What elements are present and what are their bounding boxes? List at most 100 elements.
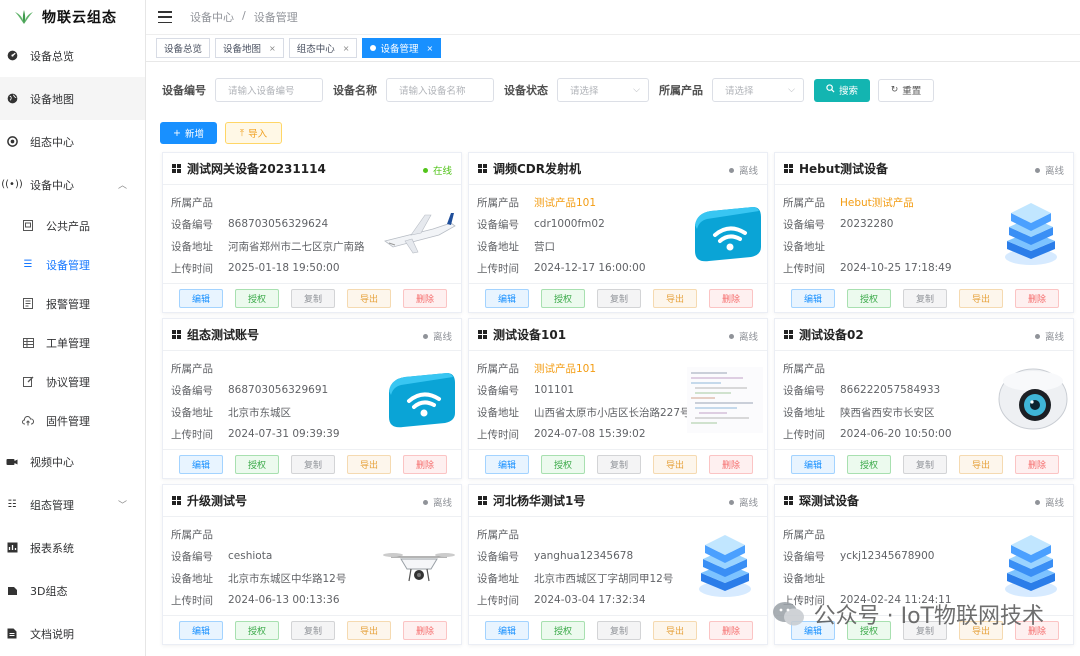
- globe-icon: [6, 93, 18, 105]
- sidebar-item-report-system[interactable]: 报表系统: [0, 526, 145, 569]
- delete-button[interactable]: 删除: [403, 288, 447, 308]
- sidebar-subitem-device-management[interactable]: ☰ 设备管理: [0, 245, 145, 284]
- edit-button[interactable]: 编辑: [485, 454, 529, 474]
- delete-button[interactable]: 删除: [1015, 454, 1059, 474]
- main-content: 设备编号 请输入设备编号 设备名称 请输入设备名称 设备状态 请选择 ⌵ 所属产…: [146, 62, 1080, 656]
- tab-map[interactable]: 设备地图 ×: [215, 38, 284, 58]
- device-card[interactable]: 调频CDR发射机 离线 所属产品 测试产品101 设备编号 cdr1000fm02 设备地址…: [468, 152, 768, 313]
- close-icon[interactable]: ×: [426, 44, 433, 53]
- sidebar-subitem-firmware-management[interactable]: 固件管理: [0, 401, 145, 440]
- export-button[interactable]: 导出: [347, 288, 391, 308]
- device-card-header: 升级测试号 离线: [163, 485, 461, 517]
- delete-button[interactable]: 删除: [709, 620, 753, 640]
- sidebar-item-documentation[interactable]: 文档说明: [0, 612, 145, 655]
- device-card[interactable]: 测试设备02 离线 所属产品 设备编号 866222057584933 设备地址 陕西省西安…: [774, 318, 1074, 479]
- edit-button[interactable]: 编辑: [485, 620, 529, 640]
- breadcrumb-parent[interactable]: 设备中心: [190, 9, 234, 25]
- sidebar-item-overview[interactable]: 设备总览: [0, 34, 145, 77]
- export-button[interactable]: 导出: [653, 288, 697, 308]
- copy-button[interactable]: 复制: [597, 620, 641, 640]
- device-card[interactable]: Hebut测试设备 离线 所属产品 Hebut测试产品 设备编号 20232280 设备地址…: [774, 152, 1074, 313]
- export-button[interactable]: 导出: [653, 454, 697, 474]
- menu-toggle-icon[interactable]: [158, 11, 172, 23]
- tabs-bar: 设备总览 设备地图 × 组态中心 × 设备管理 ×: [146, 34, 1080, 62]
- field-value: 2024-07-08 15:39:02: [534, 428, 646, 440]
- logo[interactable]: 物联云组态: [0, 0, 145, 34]
- delete-button[interactable]: 删除: [1015, 288, 1059, 308]
- edit-button[interactable]: 编辑: [485, 288, 529, 308]
- reset-button[interactable]: ↻ 重置: [878, 78, 934, 102]
- sidebar-item-3d-config[interactable]: 3D组态: [0, 569, 145, 612]
- authorize-button[interactable]: 授权: [235, 288, 279, 308]
- edit-button[interactable]: 编辑: [179, 620, 223, 640]
- tab-device-management[interactable]: 设备管理 ×: [362, 38, 442, 58]
- export-button[interactable]: 导出: [347, 620, 391, 640]
- tab-config-center[interactable]: 组态中心 ×: [288, 38, 358, 58]
- product-select[interactable]: 请选择 ⌵: [712, 78, 804, 102]
- field-label: 上传时间: [171, 428, 213, 441]
- sidebar-item-config-management[interactable]: ☷ 组态管理 ﹀: [0, 483, 145, 526]
- delete-button[interactable]: 删除: [403, 454, 447, 474]
- copy-button[interactable]: 复制: [597, 288, 641, 308]
- tab-overview[interactable]: 设备总览: [156, 38, 211, 58]
- device-card[interactable]: 升级测试号 离线 所属产品 设备编号 ceshiota 设备地址 北京市东城区中华路12号上…: [162, 484, 462, 645]
- copy-button[interactable]: 复制: [597, 454, 641, 474]
- device-name-label: 设备名称: [333, 84, 377, 97]
- status-text: 离线: [1044, 332, 1064, 343]
- close-icon[interactable]: ×: [269, 44, 276, 53]
- device-card[interactable]: 测试网关设备20231114 在线 所属产品 设备编号 868703056329624 设…: [162, 152, 462, 313]
- device-no-input[interactable]: 请输入设备编号: [215, 78, 323, 102]
- sidebar-subitem-work-orders[interactable]: 工单管理: [0, 323, 145, 362]
- sidebar-item-label: 文档说明: [30, 627, 74, 641]
- copy-button[interactable]: 复制: [291, 454, 335, 474]
- field-label: 上传时间: [783, 428, 825, 441]
- copy-button[interactable]: 复制: [291, 288, 335, 308]
- authorize-button[interactable]: 授权: [847, 288, 891, 308]
- sidebar-subitem-protocol-management[interactable]: 协议管理: [0, 362, 145, 401]
- copy-button[interactable]: 复制: [903, 288, 947, 308]
- field-label: 上传时间: [477, 594, 519, 607]
- edit-button[interactable]: 编辑: [179, 454, 223, 474]
- export-button[interactable]: 导出: [653, 620, 697, 640]
- export-button[interactable]: 导出: [959, 454, 1003, 474]
- edit-button[interactable]: 编辑: [791, 454, 835, 474]
- delete-button[interactable]: 删除: [403, 620, 447, 640]
- device-card-actions: 编辑 授权 复制 导出 删除: [469, 449, 767, 478]
- field-value: ceshiota: [228, 550, 273, 562]
- edit-button[interactable]: 编辑: [179, 288, 223, 308]
- device-card-header: Hebut测试设备 离线: [775, 153, 1073, 185]
- export-button[interactable]: 导出: [347, 454, 391, 474]
- authorize-button[interactable]: 授权: [541, 454, 585, 474]
- delete-button[interactable]: 删除: [709, 288, 753, 308]
- authorize-button[interactable]: 授权: [235, 454, 279, 474]
- status-dot-icon: [1034, 167, 1040, 173]
- table-icon: [22, 337, 34, 349]
- device-name-input[interactable]: 请输入设备名称: [386, 78, 494, 102]
- search-button[interactable]: 搜索: [814, 78, 870, 102]
- device-card[interactable]: 河北杨华测试1号 离线 所属产品 设备编号 yanghua12345678 设备地址 北京市…: [468, 484, 768, 645]
- device-card[interactable]: 组态测试账号 离线 所属产品 设备编号 868703056329691 设备地址 北京市东城…: [162, 318, 462, 479]
- device-card[interactable]: 测试设备101 离线 所属产品 测试产品101 设备编号 101101 设备地址 山西省太原市…: [468, 318, 768, 479]
- dashboard-icon: [6, 50, 18, 62]
- status-badge: 离线: [1034, 329, 1064, 343]
- device-status-select[interactable]: 请选择 ⌵: [557, 78, 649, 102]
- authorize-button[interactable]: 授权: [847, 454, 891, 474]
- field-label: 设备地址: [783, 406, 825, 419]
- sidebar-item-config-center[interactable]: 组态中心: [0, 120, 145, 163]
- sidebar-subitem-public-products[interactable]: 公共产品: [0, 206, 145, 245]
- add-button[interactable]: + 新增: [160, 122, 217, 144]
- export-button[interactable]: 导出: [959, 288, 1003, 308]
- sidebar-item-video-center[interactable]: 视频中心: [0, 440, 145, 483]
- authorize-button[interactable]: 授权: [541, 288, 585, 308]
- authorize-button[interactable]: 授权: [541, 620, 585, 640]
- sidebar-subitem-alarm-management[interactable]: 报警管理: [0, 284, 145, 323]
- sidebar-item-map[interactable]: 设备地图: [0, 77, 145, 120]
- close-icon[interactable]: ×: [343, 44, 350, 53]
- import-button[interactable]: ⤒ 导入: [225, 122, 282, 144]
- edit-button[interactable]: 编辑: [791, 288, 835, 308]
- sidebar-item-device-center[interactable]: ((•)) 设备中心 ︿: [0, 163, 145, 206]
- authorize-button[interactable]: 授权: [235, 620, 279, 640]
- copy-button[interactable]: 复制: [903, 454, 947, 474]
- copy-button[interactable]: 复制: [291, 620, 335, 640]
- delete-button[interactable]: 删除: [709, 454, 753, 474]
